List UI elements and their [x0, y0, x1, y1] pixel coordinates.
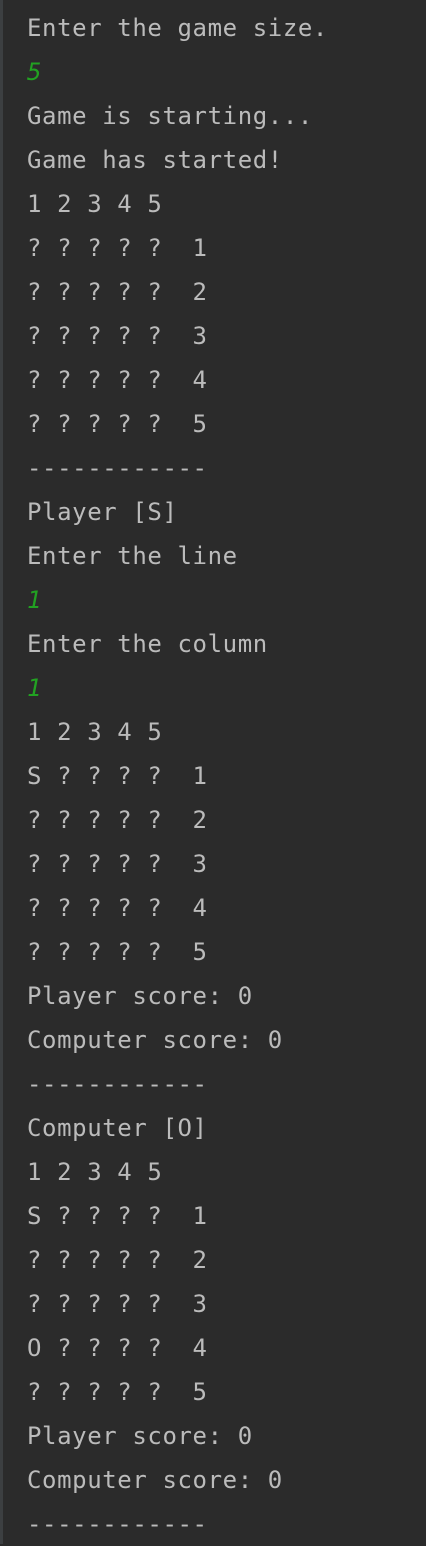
- console-line: ? ? ? ? ? 2: [27, 1246, 208, 1274]
- console-gutter: [0, 0, 3, 1544]
- console-line: Game is starting...: [27, 102, 313, 130]
- console-line: Player score: 0: [27, 982, 253, 1010]
- console-line: ------------: [27, 1070, 208, 1098]
- console-line: ? ? ? ? ? 5: [27, 938, 208, 966]
- console-line: ? ? ? ? ? 4: [27, 894, 208, 922]
- console-line: Enter the game size.: [27, 14, 328, 42]
- console-line: 1 2 3 4 5: [27, 718, 163, 746]
- console-line: ? ? ? ? ? 1: [27, 234, 208, 262]
- console-line: ? ? ? ? ? 5: [27, 410, 208, 438]
- console-line: 1 2 3 4 5: [27, 1158, 163, 1186]
- console-user-input: 1: [27, 674, 43, 702]
- console-line: Computer [O]: [27, 1114, 208, 1142]
- console-line: Enter the column: [27, 630, 268, 658]
- console-output[interactable]: Enter the game size. 5 Game is starting...…: [27, 6, 426, 1546]
- console-line: S ? ? ? ? 1: [27, 1202, 208, 1230]
- console-line: ? ? ? ? ? 3: [27, 322, 208, 350]
- console-line: ? ? ? ? ? 5: [27, 1378, 208, 1406]
- console-line: ------------: [27, 1510, 208, 1538]
- console-line: Computer score: 0: [27, 1466, 283, 1494]
- console-user-input: 1: [27, 586, 43, 614]
- console-user-input: 5: [27, 58, 43, 86]
- console-line: O ? ? ? ? 4: [27, 1334, 208, 1362]
- console-line: Computer score: 0: [27, 1026, 283, 1054]
- console-line: ? ? ? ? ? 3: [27, 1290, 208, 1318]
- console-line: ? ? ? ? ? 4: [27, 366, 208, 394]
- console-line: Player score: 0: [27, 1422, 253, 1450]
- console-line: S ? ? ? ? 1: [27, 762, 208, 790]
- console-line: ? ? ? ? ? 2: [27, 806, 208, 834]
- console-line: Enter the line: [27, 542, 238, 570]
- console-line: 1 2 3 4 5: [27, 190, 163, 218]
- console-line: ? ? ? ? ? 2: [27, 278, 208, 306]
- console-line: Game has started!: [27, 146, 283, 174]
- console-line: ------------: [27, 454, 208, 482]
- console-line: Player [S]: [27, 498, 178, 526]
- console-line: ? ? ? ? ? 3: [27, 850, 208, 878]
